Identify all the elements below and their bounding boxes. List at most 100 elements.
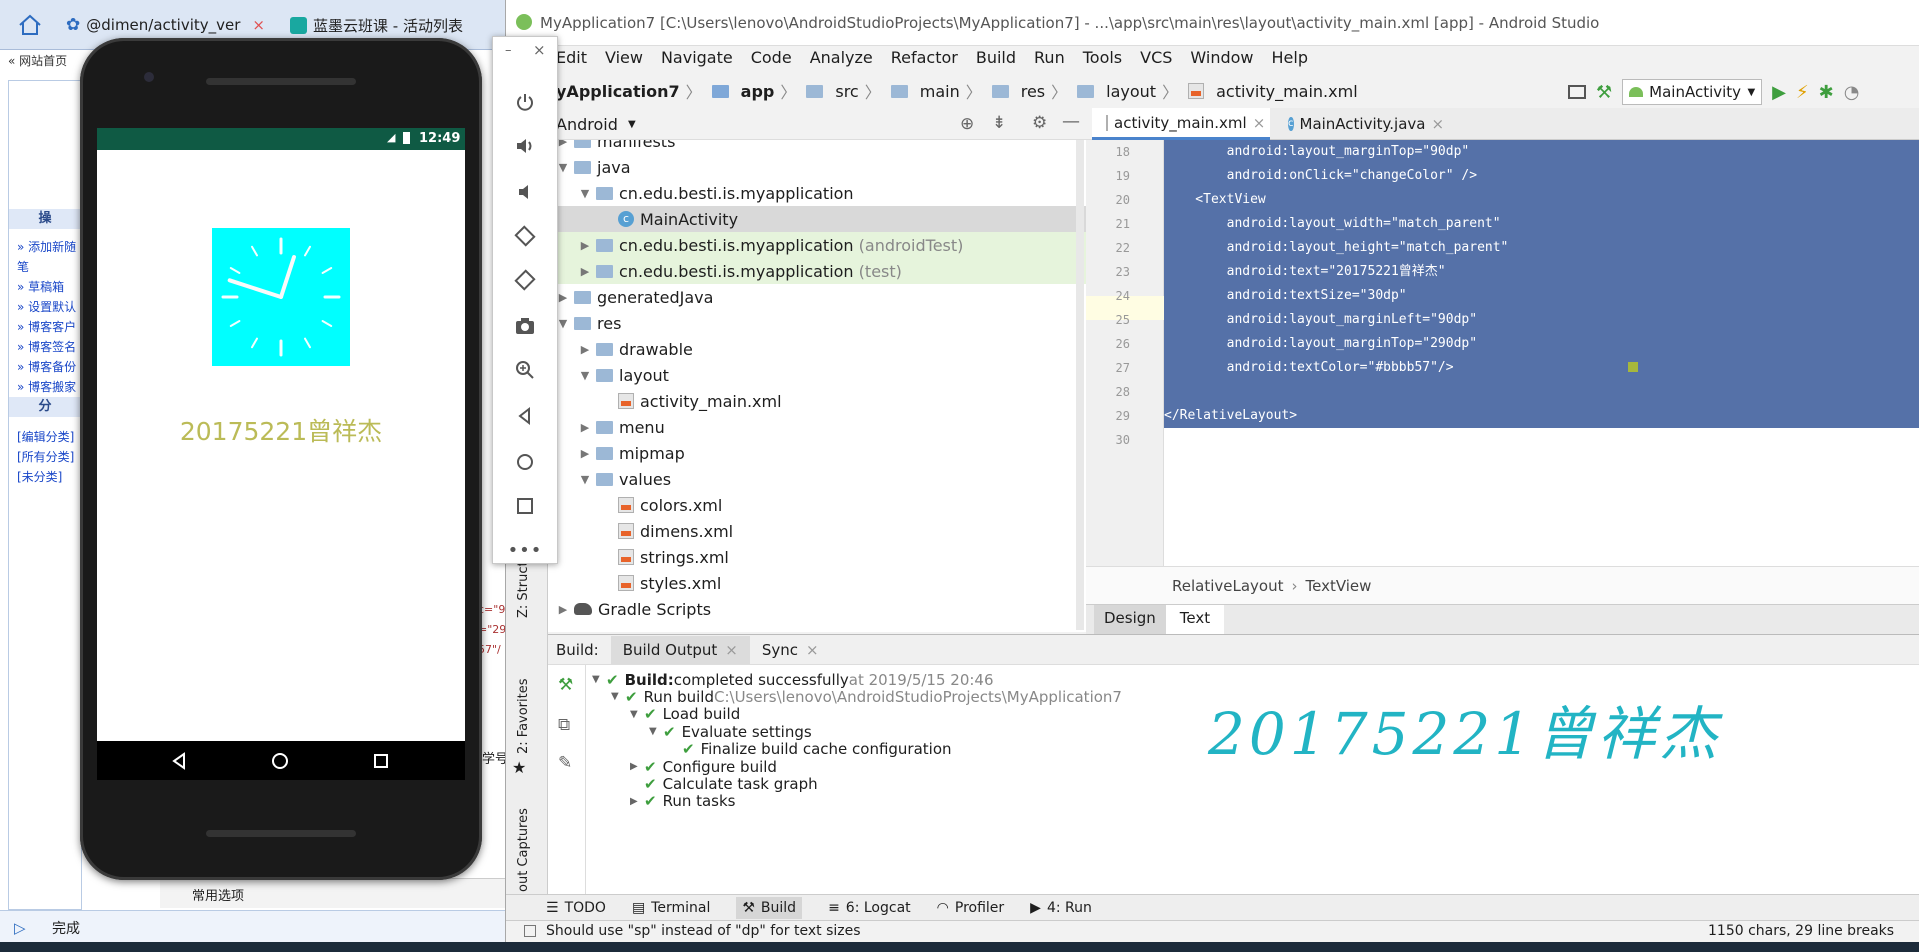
tree-package-test[interactable]: ▶ cn.edu.besti.is.myapplication (test) bbox=[548, 258, 1090, 284]
menu-run[interactable]: Run bbox=[1034, 48, 1065, 74]
code-line[interactable]: android:textSize="30dp" bbox=[1164, 284, 1919, 308]
menu-analyze[interactable]: Analyze bbox=[810, 48, 873, 74]
tab-close-icon[interactable]: × bbox=[1253, 114, 1266, 132]
tree-arrow-icon[interactable]: ▼ bbox=[649, 726, 663, 737]
link-edit-category[interactable]: [编辑分类] bbox=[17, 427, 74, 447]
collapse-all-icon[interactable]: ⇟ bbox=[992, 113, 1006, 133]
more-button[interactable]: ••• bbox=[493, 529, 557, 571]
link-backup[interactable]: » 博客备份 bbox=[17, 357, 81, 377]
screenshot-button[interactable] bbox=[493, 305, 557, 347]
tree-package-androidtest[interactable]: ▶ cn.edu.besti.is.myapplication (androidT… bbox=[548, 232, 1090, 258]
tab-build[interactable]: ⚒ Build bbox=[736, 896, 803, 919]
tree-menu[interactable]: ▶ menu bbox=[548, 414, 1128, 440]
link-drafts[interactable]: » 草稿箱 bbox=[17, 277, 81, 297]
menu-window[interactable]: Window bbox=[1190, 48, 1253, 74]
nav-home-icon[interactable] bbox=[270, 751, 290, 771]
debug-icon[interactable]: ✱ bbox=[1819, 82, 1834, 103]
menu-refactor[interactable]: Refactor bbox=[891, 48, 958, 74]
tab-mainactivity-java[interactable]: c MainActivity.java × bbox=[1278, 108, 1454, 140]
link-client[interactable]: » 博客客户 bbox=[17, 317, 81, 337]
tree-dimens[interactable]: dimens.xml bbox=[548, 518, 1128, 544]
crumb-src[interactable]: src bbox=[835, 82, 858, 101]
nav-recents-icon[interactable] bbox=[371, 751, 391, 771]
tree-manifests[interactable]: ▶ manifests bbox=[548, 140, 1128, 154]
volume-up-button[interactable] bbox=[493, 125, 557, 167]
hammer-icon[interactable]: ⚒ bbox=[558, 675, 573, 695]
menu-edit[interactable]: Edit bbox=[556, 48, 587, 74]
analog-clock[interactable] bbox=[212, 228, 350, 366]
link-move[interactable]: » 博客搬家 bbox=[17, 377, 81, 397]
code-line[interactable]: android:layout_marginLeft="90dp" bbox=[1164, 308, 1919, 332]
tree-values[interactable]: ▼ values bbox=[548, 466, 1128, 492]
tab-sync[interactable]: Sync × bbox=[750, 636, 831, 664]
tab-close-icon[interactable]: × bbox=[806, 641, 819, 659]
tree-drawable[interactable]: ▶ drawable bbox=[548, 336, 1128, 362]
volume-down-button[interactable] bbox=[493, 171, 557, 213]
overview-button[interactable] bbox=[493, 485, 557, 527]
tree-strings[interactable]: strings.xml bbox=[548, 544, 1128, 570]
tab-design[interactable]: Design bbox=[1094, 605, 1166, 634]
back-button[interactable] bbox=[493, 395, 557, 437]
menu-vcs[interactable]: VCS bbox=[1140, 48, 1172, 74]
code-line[interactable]: android:textColor="#bbbb57"/> bbox=[1164, 356, 1919, 380]
profile-icon[interactable]: ◔ bbox=[1844, 82, 1860, 103]
tree-mainactivity[interactable]: c MainActivity bbox=[548, 206, 1090, 232]
tree-colors[interactable]: colors.xml bbox=[548, 492, 1128, 518]
home-icon[interactable] bbox=[18, 14, 42, 36]
nav-back-icon[interactable] bbox=[169, 751, 189, 771]
tree-arrow-icon[interactable]: ▼ bbox=[630, 709, 644, 720]
code-line[interactable]: android:layout_width="match_parent" bbox=[1164, 212, 1919, 236]
tree-activity-main[interactable]: activity_main.xml bbox=[548, 388, 1128, 414]
tab-text[interactable]: Text bbox=[1165, 605, 1225, 634]
tab-run[interactable]: ▶ 4: Run bbox=[1030, 900, 1092, 916]
crumb-textview[interactable]: TextView bbox=[1305, 577, 1371, 595]
run-icon[interactable]: ▶ bbox=[1772, 82, 1786, 103]
tab-terminal[interactable]: ▤ Terminal bbox=[632, 900, 710, 916]
code-line[interactable] bbox=[1164, 380, 1919, 404]
tree-generatedjava[interactable]: ▶ generatedJava bbox=[548, 284, 1128, 310]
link-add-post[interactable]: » 添加新随笔 bbox=[17, 237, 81, 277]
crumb-app[interactable]: app bbox=[741, 82, 775, 101]
crumb-res[interactable]: res bbox=[1021, 82, 1045, 101]
code-line[interactable]: android:layout_marginTop="90dp" bbox=[1164, 140, 1919, 164]
phone-screen[interactable]: ◢ 12:49 20175221曾祥杰 bbox=[97, 128, 465, 780]
project-scrollbar[interactable] bbox=[1076, 140, 1084, 630]
tree-arrow-icon[interactable]: ▶ bbox=[630, 761, 644, 772]
menu-tools[interactable]: Tools bbox=[1083, 48, 1122, 74]
link-uncategorized[interactable]: [未分类] bbox=[17, 467, 74, 487]
crumb-main[interactable]: main bbox=[920, 82, 960, 101]
gear-icon[interactable]: ⚙ bbox=[1032, 113, 1047, 133]
code-line[interactable]: <TextView bbox=[1164, 188, 1919, 212]
menu-build[interactable]: Build bbox=[976, 48, 1016, 74]
project-view-select[interactable]: Android bbox=[556, 115, 618, 134]
build-row[interactable]: ▶ ✔ Run tasks bbox=[630, 791, 736, 812]
emulator-minimize-button[interactable]: – bbox=[505, 43, 512, 58]
crumb-relativelayout[interactable]: RelativeLayout bbox=[1172, 577, 1283, 595]
crumb-project[interactable]: yApplication7 bbox=[556, 82, 680, 101]
link-signature[interactable]: » 博客签名 bbox=[17, 337, 81, 357]
tab-close-icon[interactable]: × bbox=[725, 641, 738, 659]
sidebar-toggle-icon[interactable]: ▷ bbox=[14, 919, 26, 937]
favorites-tab[interactable]: 2: Favorites bbox=[516, 678, 531, 754]
captures-tab[interactable]: out Captures bbox=[516, 808, 531, 892]
tree-arrow-icon[interactable]: ▶ bbox=[630, 796, 644, 807]
link-all-category[interactable]: [所有分类] bbox=[17, 447, 74, 467]
tree-arrow-icon[interactable]: ▼ bbox=[611, 691, 625, 702]
zoom-button[interactable] bbox=[493, 349, 557, 391]
device-manager-icon[interactable] bbox=[1568, 85, 1586, 99]
crumb-layout[interactable]: layout bbox=[1106, 82, 1156, 101]
code-line[interactable]: </RelativeLayout> bbox=[1164, 404, 1919, 428]
tab-close-icon[interactable]: × bbox=[1431, 115, 1444, 133]
power-button[interactable] bbox=[493, 81, 557, 123]
code-line[interactable]: android:text="20175221曾祥杰" bbox=[1164, 260, 1919, 284]
tab-todo[interactable]: ☰ TODO bbox=[546, 900, 606, 916]
tree-mipmap[interactable]: ▶ mipmap bbox=[548, 440, 1128, 466]
menu-code[interactable]: Code bbox=[751, 48, 792, 74]
tab-activity-main[interactable]: activity_main.xml × bbox=[1092, 108, 1270, 140]
tree-styles[interactable]: styles.xml bbox=[548, 570, 1128, 596]
hide-panel-icon[interactable]: — bbox=[1062, 111, 1080, 132]
run-config-select[interactable]: MainActivity ▼ bbox=[1622, 79, 1763, 105]
rotate-right-button[interactable] bbox=[493, 259, 557, 301]
pin-icon[interactable]: ✎ bbox=[558, 753, 572, 773]
tree-res[interactable]: ▼ res bbox=[548, 310, 1128, 336]
